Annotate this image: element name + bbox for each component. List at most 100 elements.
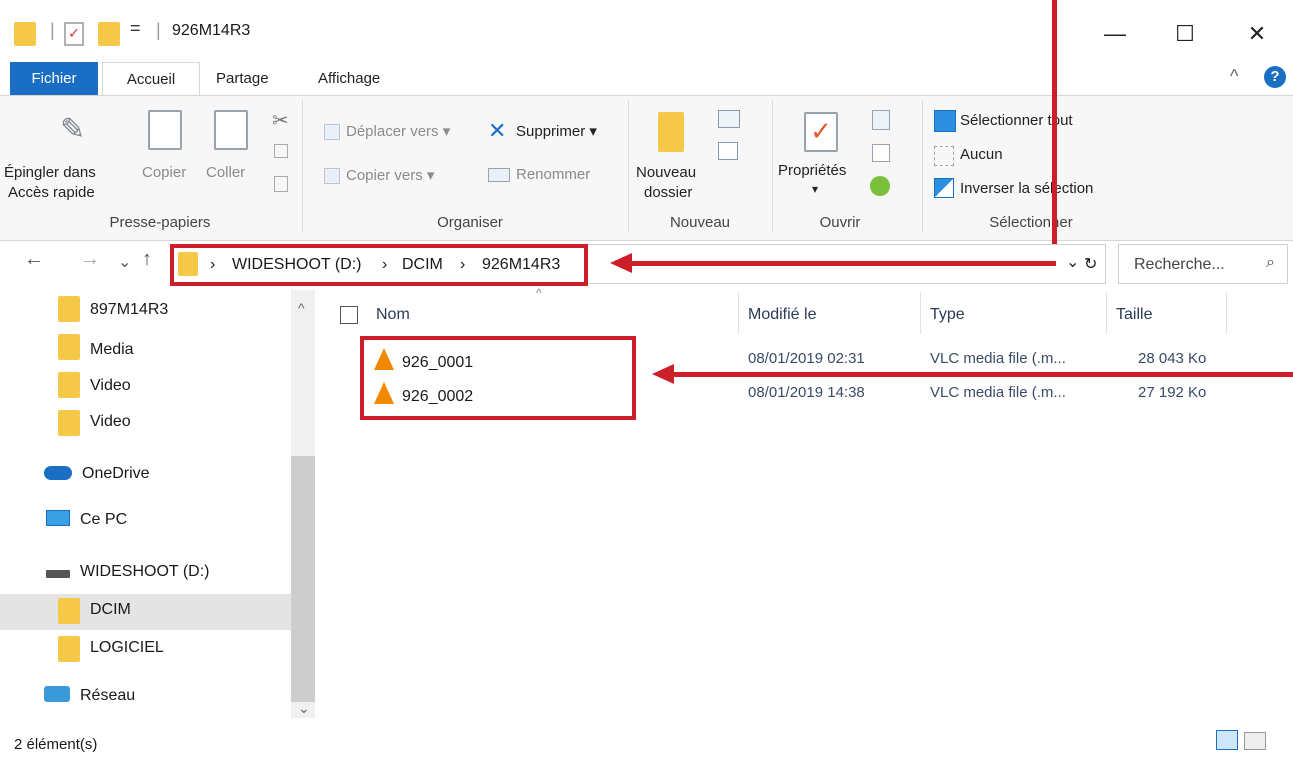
folder-icon [58,598,80,624]
ribbon-separator [628,100,629,232]
tab-partage[interactable]: Partage [204,62,281,96]
cut-icon[interactable]: ✂ [272,108,289,133]
group-label-presse-papiers: Presse-papiers [109,214,211,231]
address-dropdown-icon[interactable]: ⌄ [1066,252,1079,272]
rename-icon [488,168,510,182]
column-separator[interactable] [1226,292,1227,334]
forward-button[interactable]: → [80,248,100,271]
annotation-box-files [360,336,636,420]
scroll-down-icon[interactable]: ⌄ [298,700,310,717]
annotation-box-address [170,244,588,286]
large-icons-view-icon[interactable] [1244,732,1266,750]
nav-item-reseau[interactable]: Réseau [80,680,135,712]
paste-shortcut-icon[interactable] [274,176,288,192]
ribbon-separator [922,100,923,232]
maximize-button[interactable]: ☐ [1160,14,1210,54]
edit-icon[interactable] [872,144,890,162]
column-header-taille[interactable]: Taille [1116,306,1152,324]
annotation-line-files [672,372,1293,377]
tab-fichier[interactable]: Fichier [10,62,98,96]
quick-access-dropdown-icon[interactable]: = [130,18,141,39]
column-separator[interactable] [738,292,739,334]
easy-access-icon[interactable] [718,142,738,160]
refresh-icon[interactable]: ↻ [1084,254,1097,274]
nav-item-dcim[interactable]: DCIM [90,594,131,626]
pin-icon: ✎ [60,113,86,146]
pin-quick-access-line1[interactable]: Épingler dans [4,164,96,181]
history-icon[interactable] [870,176,890,196]
tab-accueil[interactable]: Accueil [102,62,200,96]
nav-item-video[interactable]: Video [90,370,131,402]
new-folder-button-line2[interactable]: dossier [644,184,692,201]
scroll-up-icon[interactable]: ^ [298,300,305,316]
delete-icon: ✕ [488,118,507,143]
select-none-icon [934,146,954,166]
annotation-line-vertical [1052,0,1057,268]
nav-item-onedrive[interactable]: OneDrive [82,458,150,490]
select-none-button[interactable]: Aucun [960,146,1003,163]
nav-item-ce-pc[interactable]: Ce PC [80,504,127,536]
up-button[interactable]: ↑ [142,248,152,271]
group-label-organiser: Organiser [437,214,503,231]
folder-icon [58,372,80,398]
folder-icon [58,410,80,436]
open-icon[interactable] [872,110,890,130]
invert-selection-icon [934,178,954,198]
title-separator: | [50,20,55,40]
new-item-icon[interactable] [718,110,740,128]
help-icon[interactable]: ? [1264,66,1286,88]
annotation-arrowhead [610,253,632,273]
delete-button[interactable]: Supprimer ▾ [516,122,597,140]
copy-icon [148,110,182,150]
group-label-ouvrir: Ouvrir [819,214,861,231]
copy-path-icon[interactable] [274,144,288,158]
ribbon-separator [772,100,773,232]
column-separator[interactable] [1106,292,1107,334]
rename-button[interactable]: Renommer [516,166,590,183]
collapse-ribbon-icon[interactable]: ^ [1230,66,1238,87]
new-folder-quick-icon[interactable] [98,22,120,46]
nav-item-897m14r3[interactable]: 897M14R3 [90,294,168,326]
column-header-modifie[interactable]: Modifié le [748,306,816,324]
window-title: 926M14R3 [172,22,251,39]
annotation-arrowhead-files [652,364,674,384]
new-folder-button-line1[interactable]: Nouveau [636,164,696,181]
close-button[interactable]: ✕ [1232,14,1282,54]
tab-affichage[interactable]: Affichage [306,62,392,96]
paste-button[interactable]: Coller [206,164,245,181]
nav-selected-highlight [0,594,291,630]
nav-item-logiciel[interactable]: LOGICIEL [90,632,164,664]
details-view-icon[interactable] [1216,730,1238,750]
nav-scrollbar-thumb[interactable] [291,456,315,702]
column-header-nom[interactable]: Nom [376,306,410,324]
minimize-button[interactable]: — [1090,14,1140,54]
ribbon-separator [302,100,303,232]
file-type: VLC media file (.m... [930,350,1066,367]
column-header-type[interactable]: Type [930,306,965,324]
recent-locations-icon[interactable]: ⌄ [118,252,131,272]
file-size: 28 043 Ko [1138,350,1207,367]
move-to-button[interactable]: Déplacer vers ▾ [346,122,450,140]
select-all-checkbox[interactable] [340,306,358,324]
select-all-icon [934,110,956,132]
drive-icon [46,570,70,578]
nav-item-video-2[interactable]: Video [90,406,131,438]
new-folder-icon [658,112,684,152]
invert-selection-button[interactable]: Inverser la sélection [960,180,1093,197]
search-placeholder: Recherche... [1134,256,1225,273]
properties-quick-icon[interactable]: ✓ [64,22,84,46]
folder-icon [58,636,80,662]
file-modified: 08/01/2019 14:38 [748,384,865,401]
properties-dropdown-icon[interactable]: ▾ [812,182,818,196]
properties-button[interactable]: Propriétés [778,162,846,179]
copy-button[interactable]: Copier [142,164,186,181]
pin-quick-access-line2[interactable]: Accès rapide [8,184,95,201]
back-button[interactable]: ← [24,248,44,271]
folder-icon [14,22,36,46]
nav-item-wideshoot[interactable]: WIDESHOOT (D:) [80,556,209,588]
computer-icon [46,510,70,526]
copy-to-button[interactable]: Copier vers ▾ [346,166,434,184]
search-icon[interactable]: ⌕ [1266,254,1275,272]
nav-item-media[interactable]: Media [90,334,134,366]
column-separator[interactable] [920,292,921,334]
